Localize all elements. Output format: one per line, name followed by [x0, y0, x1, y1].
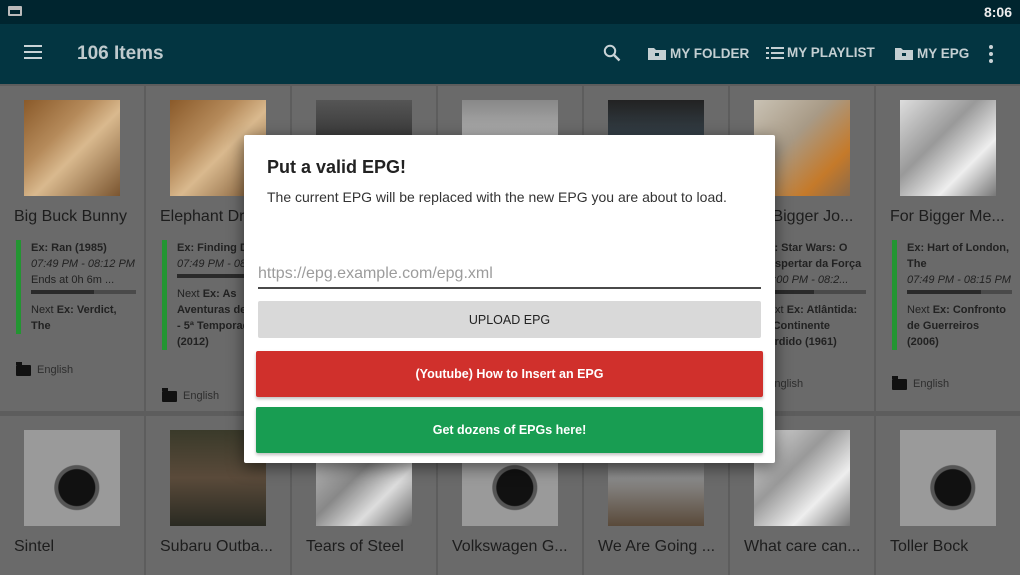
- epg-dialog: Put a valid EPG! The current EPG will be…: [244, 135, 775, 463]
- youtube-tutorial-button[interactable]: (Youtube) How to Insert an EPG: [256, 351, 763, 397]
- dialog-message: The current EPG will be replaced with th…: [267, 189, 727, 205]
- epg-url-input[interactable]: [258, 260, 761, 289]
- get-epgs-button[interactable]: Get dozens of EPGs here!: [256, 407, 763, 453]
- upload-epg-button[interactable]: UPLOAD EPG: [258, 301, 761, 338]
- dialog-title: Put a valid EPG!: [267, 157, 407, 177]
